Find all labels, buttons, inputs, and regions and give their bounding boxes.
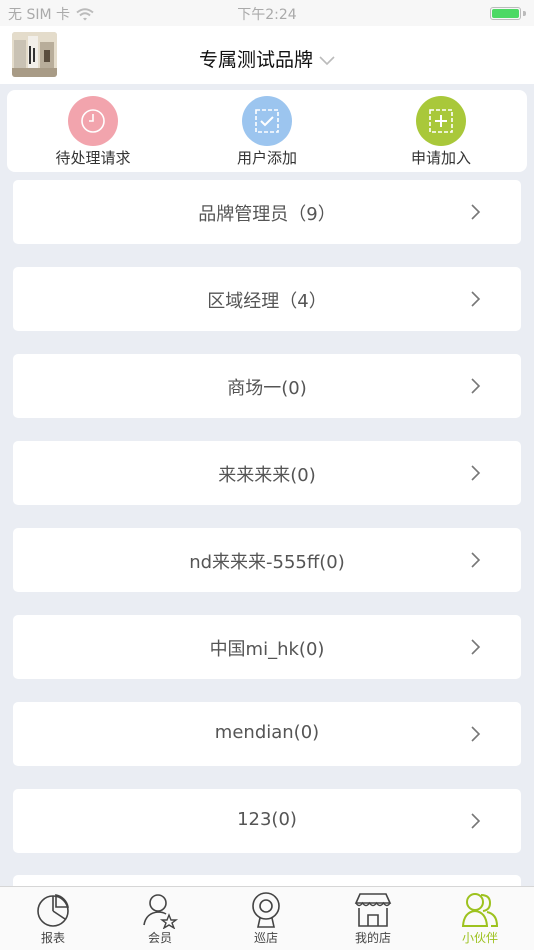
quick-action-add-user[interactable]: 用户添加 xyxy=(192,96,342,168)
partners-icon xyxy=(461,893,499,927)
list-item-label: nd来来来-555ff(0) xyxy=(189,552,345,573)
tab-patrol[interactable]: 巡店 xyxy=(213,891,319,946)
tab-reports[interactable]: 报表 xyxy=(0,891,106,946)
tab-label: 我的店 xyxy=(354,931,391,945)
camera-icon xyxy=(252,892,280,928)
group-list: 品牌管理员（9） 区域经理（4） 商场一(0) 来来来来(0) nd来来来-55… xyxy=(13,180,521,876)
list-item-label: 区域经理（4） xyxy=(207,291,327,312)
list-item[interactable]: 商场一(0) xyxy=(13,354,521,418)
list-item[interactable]: 123(0) xyxy=(13,789,521,853)
list-item[interactable]: 来来来来(0) xyxy=(13,441,521,505)
list-item-label: 商场一(0) xyxy=(227,378,307,399)
chevron-right-icon xyxy=(471,726,481,742)
list-item[interactable]: 中国mi_hk(0) xyxy=(13,615,521,679)
tab-members[interactable]: 会员 xyxy=(107,891,213,946)
battery-icon xyxy=(490,7,526,20)
tab-partners[interactable]: 小伙伴 xyxy=(427,891,533,946)
list-item-label: 品牌管理员（9） xyxy=(198,204,336,225)
list-item[interactable]: 区域经理（4） xyxy=(13,267,521,331)
plus-box-icon xyxy=(416,96,466,146)
tab-my-store[interactable]: 我的店 xyxy=(320,891,426,946)
list-item[interactable]: mendian(0) xyxy=(13,702,521,766)
quick-action-label: 待处理请求 xyxy=(55,149,131,167)
chevron-right-icon xyxy=(471,291,481,307)
checkbox-icon xyxy=(242,96,292,146)
tab-label: 巡店 xyxy=(253,931,278,945)
pie-chart-icon xyxy=(37,894,69,927)
brand-selector[interactable]: 专属测试品牌 xyxy=(0,45,534,72)
quick-action-label: 用户添加 xyxy=(236,149,297,167)
member-star-icon xyxy=(143,894,179,929)
tab-bar: 报表 会员 巡店 我的店 小伙伴 xyxy=(0,886,534,950)
clock-icon xyxy=(68,96,118,146)
quick-actions-panel: 待处理请求 用户添加 申请加入 xyxy=(7,90,527,172)
chevron-right-icon xyxy=(471,552,481,568)
list-item-label: 123(0) xyxy=(237,809,297,830)
list-item-label: mendian(0) xyxy=(214,722,320,743)
header: 专属测试品牌 xyxy=(0,26,534,84)
tab-label: 报表 xyxy=(40,931,65,945)
store-icon xyxy=(354,893,392,927)
list-item-label: 来来来来(0) xyxy=(218,465,316,486)
quick-action-pending-requests[interactable]: 待处理请求 xyxy=(18,96,168,168)
quick-action-apply-join[interactable]: 申请加入 xyxy=(366,96,516,168)
status-time: 下午2:24 xyxy=(237,7,297,23)
chevron-down-icon xyxy=(319,55,335,65)
quick-action-label: 申请加入 xyxy=(410,149,471,167)
tab-label: 小伙伴 xyxy=(461,931,498,945)
status-bar: 无 SIM 卡 下午2:24 xyxy=(0,0,534,26)
list-item[interactable]: 品牌管理员（9） xyxy=(13,180,521,244)
chevron-right-icon xyxy=(471,465,481,481)
chevron-right-icon xyxy=(471,204,481,220)
chevron-right-icon xyxy=(471,378,481,394)
chevron-right-icon xyxy=(471,639,481,655)
brand-name: 专属测试品牌 xyxy=(198,49,313,71)
chevron-right-icon xyxy=(471,813,481,829)
list-item[interactable]: nd来来来-555ff(0) xyxy=(13,528,521,592)
list-item-label: 中国mi_hk(0) xyxy=(209,639,325,660)
tab-label: 会员 xyxy=(147,931,172,945)
